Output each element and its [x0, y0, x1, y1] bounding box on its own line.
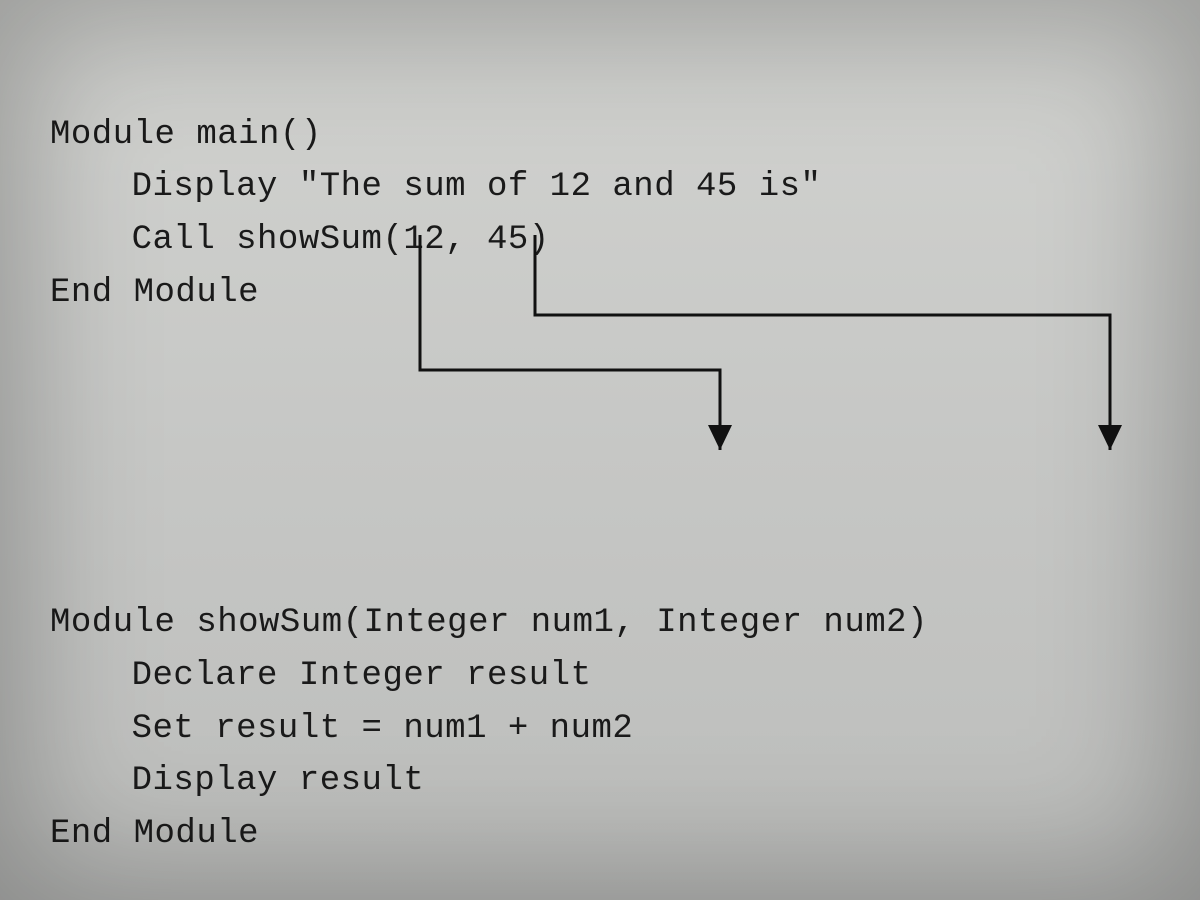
call-showsum-line: Call showSum(12, 45) — [132, 221, 550, 259]
display-string-literal: "The sum of 12 and 45 is" — [299, 168, 822, 206]
spacer — [50, 319, 1180, 544]
module-showsum-end: End Module — [50, 815, 259, 853]
declare-line: Declare Integer result — [132, 657, 592, 695]
module-main-block: Module main() Display "The sum of 12 and… — [50, 56, 1180, 319]
display-result-line: Display result — [132, 762, 425, 800]
page: Module main() Display "The sum of 12 and… — [0, 0, 1200, 900]
module-main-end: End Module — [50, 274, 259, 312]
display-keyword: Display — [132, 168, 299, 206]
module-showsum-block: Module showSum(Integer num1, Integer num… — [50, 544, 1180, 860]
module-showsum-header: Module showSum(Integer num1, Integer num… — [50, 604, 928, 642]
set-line: Set result = num1 + num2 — [132, 710, 634, 748]
module-main-header: Module main() — [50, 116, 322, 154]
